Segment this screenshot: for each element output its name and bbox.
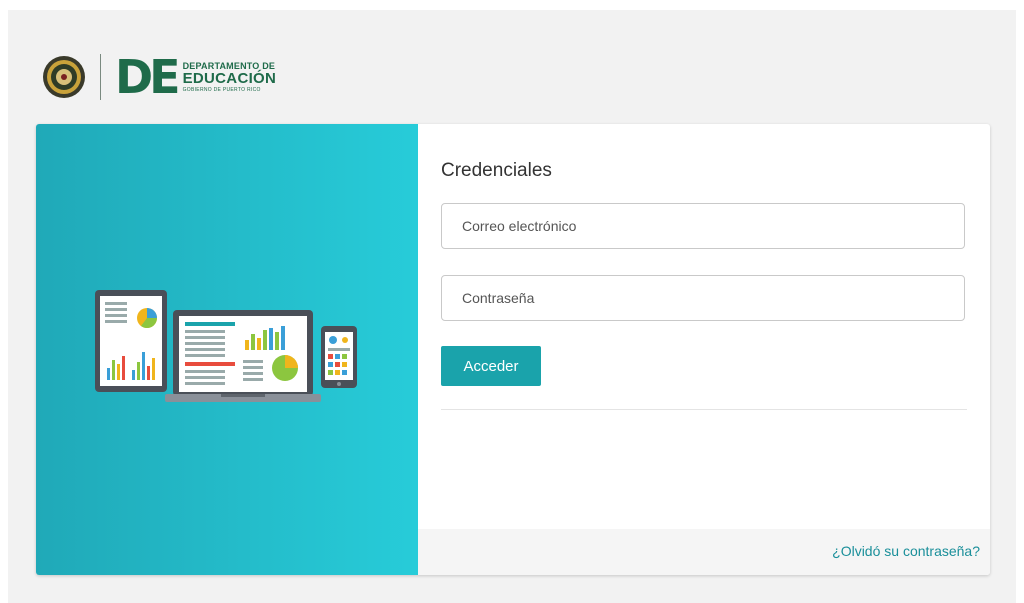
login-card: Credenciales Acceder ¿Olvidó su contrase… (36, 124, 990, 575)
department-logo: DE DEPARTAMENTO DE EDUCACIÓN GOBIERNO DE… (42, 46, 302, 108)
card-footer: ¿Olvidó su contraseña? (418, 529, 990, 575)
login-button[interactable]: Acceder (441, 346, 541, 386)
email-field[interactable] (441, 203, 965, 249)
logo-line-1: DEPARTAMENTO DE (182, 60, 276, 71)
logo-divider (100, 54, 101, 100)
de-letters: DE (115, 50, 181, 104)
logo-line-3: GOBIERNO DE PUERTO RICO (182, 86, 261, 93)
forgot-password-link[interactable]: ¿Olvidó su contraseña? (832, 543, 980, 559)
login-form: Credenciales Acceder ¿Olvidó su contrase… (418, 124, 990, 575)
devices-illustration-icon (95, 290, 357, 402)
de-wordmark: DE DEPARTAMENTO DE EDUCACIÓN GOBIERNO DE… (115, 54, 276, 100)
puerto-rico-seal-icon (43, 56, 85, 98)
logo-line-2: EDUCACIÓN (182, 69, 277, 87)
form-divider (441, 409, 967, 410)
hero-panel (36, 124, 418, 575)
form-title: Credenciales (441, 160, 552, 181)
password-field[interactable] (441, 275, 965, 321)
page-background: DE DEPARTAMENTO DE EDUCACIÓN GOBIERNO DE… (8, 10, 1016, 603)
